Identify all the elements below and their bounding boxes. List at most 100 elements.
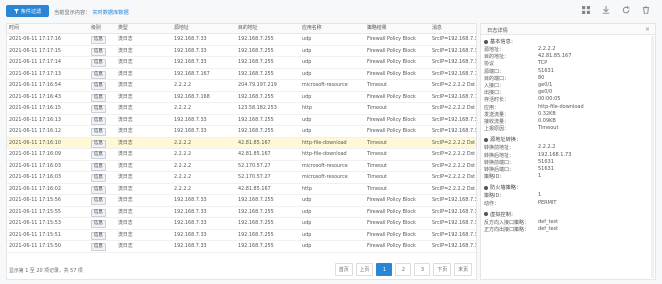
type-cell: 流日志 (118, 208, 133, 215)
destination-cell: 192.168.7.255 (238, 47, 274, 54)
level-badge-cell: 信息 (91, 35, 115, 44)
source-cell: 192.168.7.167 (174, 70, 210, 77)
detail-value: 51631 (538, 158, 554, 165)
message-cell: SrcIP=2.2.2.2 Dst (432, 185, 476, 192)
detail-key: 转换后地址： (484, 152, 515, 159)
detail-value: def_test (538, 226, 559, 232)
message-cell: SrcIP=2.2.2.2 Dst (432, 82, 476, 88)
table-row[interactable]: 2021-06-11 17:15:56 信息 流日志 192.168.7.33 192.… (7, 195, 476, 207)
level-badge-cell: 信息 (91, 185, 115, 194)
refresh-icon[interactable] (621, 5, 630, 14)
current-display-value[interactable]: 实时数据库数据 (92, 10, 128, 16)
type-cell: 流日志 (118, 197, 133, 203)
policy-result-cell: Firewall Policy Block (367, 231, 416, 238)
table-row[interactable]: 2021-06-11 17:16:03 信息 流日志 2.2.2.2 52.170.57… (7, 161, 476, 172)
table-row[interactable]: 2021-06-11 17:17:13 信息 流日志 192.168.7.167 192… (7, 69, 476, 80)
column-header-type[interactable]: 类型 (118, 24, 128, 33)
table-row[interactable]: 2021-06-11 17:17:15 信息 流日志 192.168.7.33 192.… (7, 46, 476, 57)
close-icon[interactable]: × (645, 26, 650, 33)
type-cell: 流日志 (118, 70, 133, 77)
level-badge: 信息 (91, 128, 106, 136)
destination-cell: 52.170.57.27 (238, 162, 271, 169)
column-header-application[interactable]: 应用名称 (302, 24, 322, 33)
level-badge-cell: 信息 (91, 81, 115, 90)
table-row[interactable]: 2021-06-11 17:16:54 信息 流日志 2.2.2.2 204.79.19… (7, 80, 476, 92)
download-icon[interactable] (601, 5, 610, 14)
application-cell: microsoft-resource (302, 174, 348, 180)
level-badge: 信息 (91, 36, 106, 44)
table-row[interactable]: 2021-06-11 17:16:15 信息 流日志 2.2.2.2 123.58.18… (7, 103, 476, 115)
detail-key: 发送流量： (484, 111, 510, 118)
destination-cell: 204.79.197.219 (238, 82, 277, 88)
destination-cell: 192.168.7.255 (238, 231, 274, 238)
level-badge-cell: 信息 (91, 127, 115, 136)
level-badge: 信息 (91, 70, 106, 79)
message-cell: SrcIP=2.2.2.2 Dst (432, 174, 476, 180)
table-row[interactable]: 2021-06-11 17:15:51 信息 流日志 192.168.7.33 192.… (7, 230, 476, 241)
time-cell: 2021-06-11 17:16:43 (9, 93, 61, 100)
detail-section-title[interactable]: 基本信息： (484, 38, 516, 45)
detail-value: 51631 (538, 67, 554, 74)
record-summary: 显示第 1 至 20 项记录，共 57 项 (9, 268, 83, 274)
detail-scrollbar[interactable] (651, 36, 654, 278)
table-row[interactable]: 2021-06-11 17:16:03 信息 流日志 2.2.2.2 52.170.57… (7, 172, 476, 184)
column-header-message[interactable]: 消息 (432, 24, 442, 33)
detail-value: 00:00:05 (538, 96, 561, 103)
column-header-level[interactable]: 级别 (91, 24, 101, 33)
source-cell: 192.168.7.33 (174, 220, 207, 226)
table-row[interactable]: 2021-06-11 17:15:50 信息 流日志 192.168.7.33 192.… (7, 241, 476, 253)
column-header-source[interactable]: 源地址 (174, 24, 189, 33)
column-header-time[interactable]: 时间 (9, 24, 19, 33)
table-row[interactable]: 2021-06-11 17:16:10 信息 流日志 2.2.2.2 42.81.85.… (7, 137, 476, 149)
delete-icon[interactable] (641, 5, 650, 14)
page-button[interactable]: 上页 (355, 263, 374, 276)
table-row[interactable]: 2021-06-11 17:17:16 信息 流日志 192.168.7.33 192.… (7, 34, 476, 46)
destination-cell: 123.58.182.253 (238, 105, 277, 111)
policy-result-cell: Firewall Policy Block (367, 36, 416, 42)
application-cell: http (302, 105, 313, 111)
grid-icon[interactable] (581, 5, 590, 14)
source-cell: 2.2.2.2 (174, 185, 192, 192)
toolbar: 条件过滤 当前显示内容： 实时数据库数据 (0, 0, 662, 22)
detail-title: 日志详情 (487, 28, 508, 34)
table-row[interactable]: 2021-06-11 17:16:43 信息 流日志 192.168.7.168 192… (7, 92, 476, 103)
destination-cell: 192.168.7.255 (238, 197, 274, 203)
level-badge: 信息 (91, 116, 106, 125)
policy-result-cell: Timeout (367, 185, 387, 192)
policy-result-cell: Firewall Policy Block (367, 70, 416, 77)
filter-button[interactable]: 条件过滤 (6, 5, 49, 17)
level-badge-cell: 信息 (91, 116, 115, 125)
detail-section-title[interactable]: 源地址转换： (484, 136, 521, 143)
column-header-policy-result[interactable]: 策略结果 (367, 24, 387, 33)
page-button[interactable]: 1 (376, 263, 393, 276)
tool-icons (581, 5, 650, 14)
detail-value: 51631 (538, 166, 554, 172)
page-button[interactable]: 2 (395, 263, 412, 276)
table-row[interactable]: 2021-06-11 17:16:12 信息 流日志 192.168.7.33 192.… (7, 126, 476, 138)
table-row[interactable]: 2021-06-11 17:15:55 信息 流日志 192.168.7.33 192.… (7, 207, 476, 218)
page-button[interactable]: 3 (414, 263, 431, 276)
detail-key: 应用： (484, 104, 500, 111)
page-button[interactable]: 下页 (433, 263, 452, 276)
message-cell: SrcIP=192.168.7.3 (432, 243, 476, 249)
level-badge: 信息 (91, 151, 106, 159)
page-button[interactable]: 首页 (334, 263, 353, 276)
table-row[interactable]: 2021-06-11 17:17:14 信息 流日志 192.168.7.33 192.… (7, 57, 476, 69)
page-button[interactable]: 末页 (454, 263, 472, 276)
detail-section-title[interactable]: 防火墙策略： (484, 184, 521, 191)
table-row[interactable]: 2021-06-11 17:16:09 信息 流日志 2.2.2.2 42.81.85.… (7, 149, 476, 161)
policy-result-cell: Firewall Policy Block (367, 208, 416, 215)
detail-value: Timeout (538, 125, 559, 132)
destination-cell: 192.168.7.255 (238, 36, 274, 42)
type-cell: 流日志 (118, 162, 133, 169)
column-header-destination[interactable]: 目的地址 (238, 24, 258, 33)
policy-result-cell: Timeout (367, 162, 387, 169)
current-display-label: 当前显示内容： (54, 10, 91, 16)
source-cell: 192.168.7.33 (174, 243, 207, 249)
table-row[interactable]: 2021-06-11 17:16:13 信息 流日志 192.168.7.33 192.… (7, 115, 476, 126)
detail-section-title[interactable]: 虚拟控制： (484, 211, 516, 218)
table-row[interactable]: 2021-06-11 17:16:02 信息 流日志 2.2.2.2 42.81.85.… (7, 184, 476, 195)
type-cell: 流日志 (118, 185, 133, 192)
table-row[interactable]: 2021-06-11 17:15:53 信息 流日志 192.168.7.33 192.… (7, 218, 476, 230)
level-badge: 信息 (91, 220, 106, 228)
